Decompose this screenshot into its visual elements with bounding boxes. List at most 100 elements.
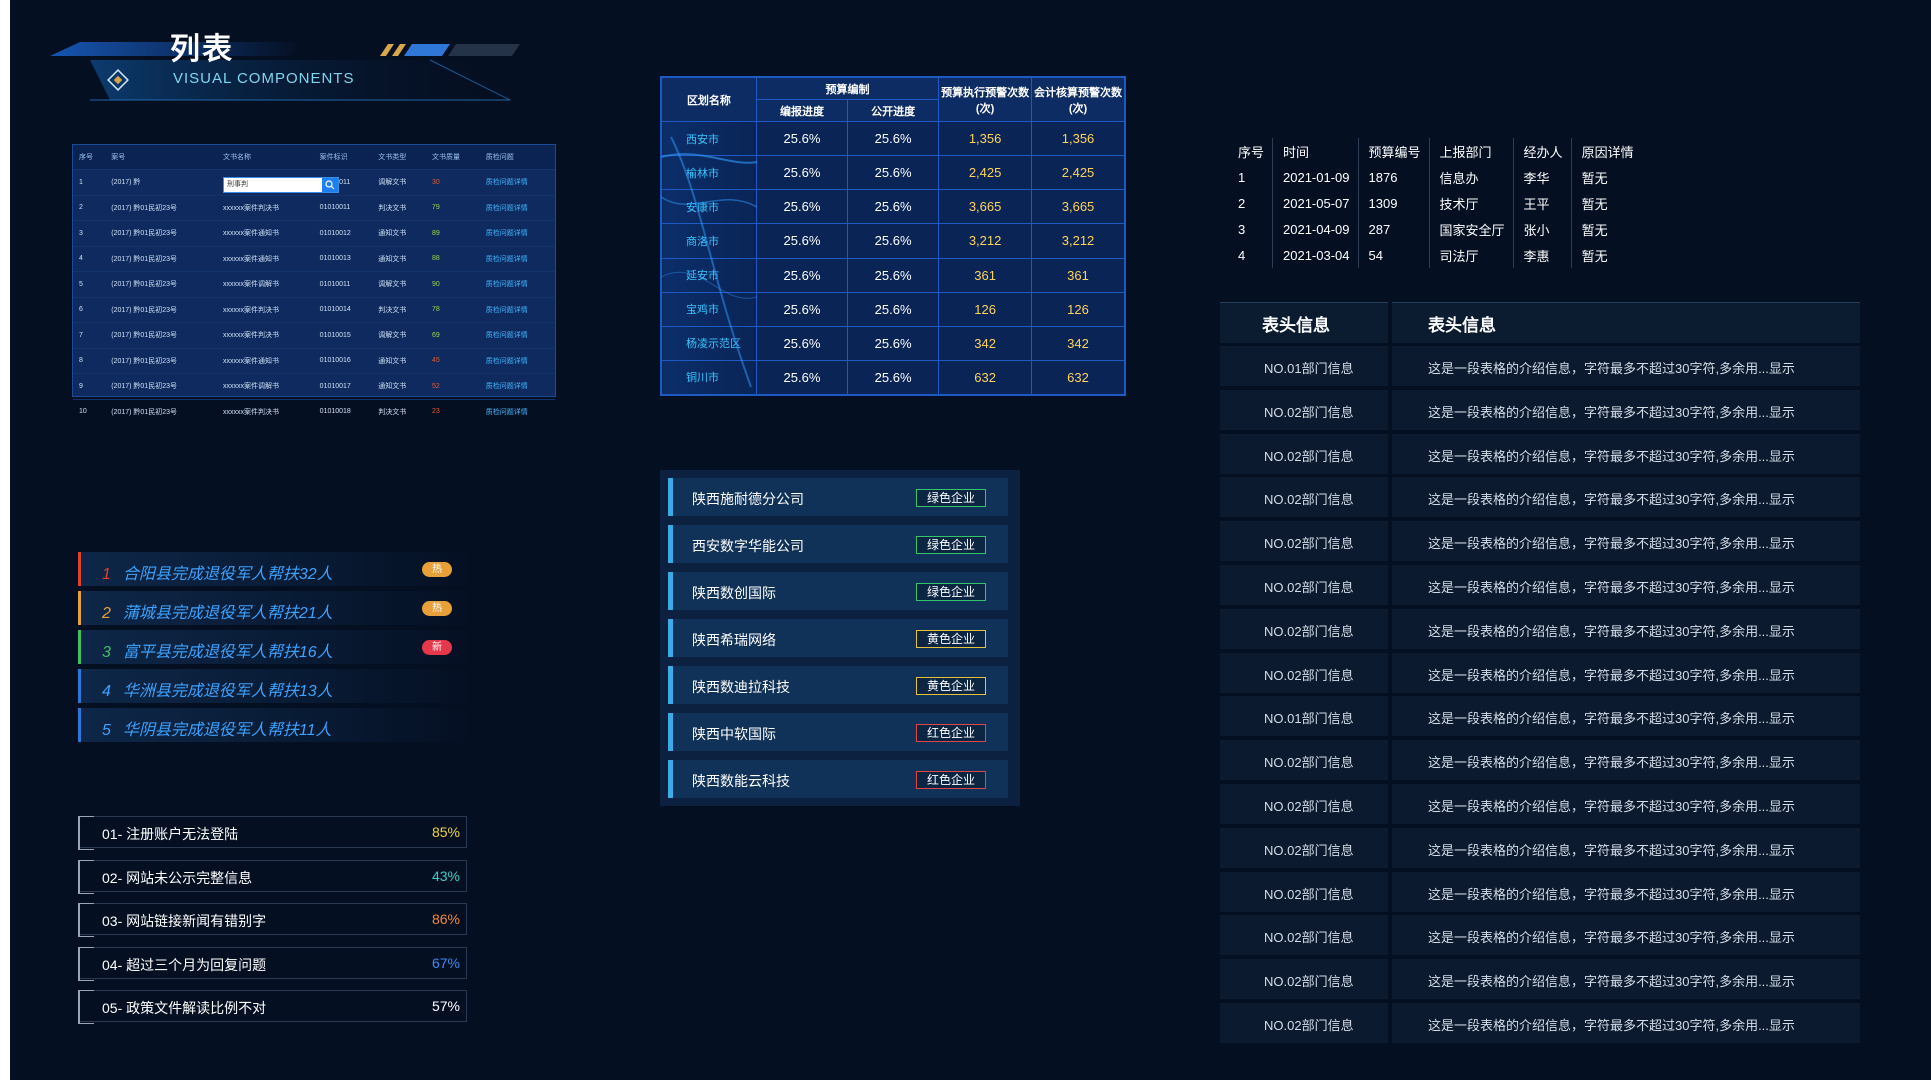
doc-cell-no: 2: [73, 194, 106, 221]
list-item[interactable]: 04- 超过三个月为回复问题 67%: [78, 946, 467, 981]
list-item[interactable]: 陕西数迪拉科技 黄色企业: [668, 666, 1008, 704]
info-cell-desc: 这是一段表格的介绍信息，字符最多不超过30字符,多余用...显示: [1392, 389, 1860, 430]
doc-col-header[interactable]: 质检问题: [479, 145, 555, 170]
list-item[interactable]: 5 华阴县完成退役军人帮扶11人: [78, 708, 474, 742]
budget-cell-p1: 25.6%: [755, 291, 849, 327]
list-item[interactable]: 4 华洲县完成退役军人帮扶13人: [78, 669, 474, 703]
search-icon[interactable]: [322, 178, 338, 192]
budget-cell-a: 361: [1031, 257, 1125, 293]
doc-cell-type: 判决文书: [372, 296, 426, 323]
desc-text: 这是一段表格的介绍信息，字符最多不超过30字符,多余用...显示: [1428, 580, 1795, 595]
table-row: 铜川市 25.6% 25.6% 632 632: [661, 359, 1125, 396]
desc-text: 这是一段表格的介绍信息，字符最多不超过30字符,多余用...显示: [1428, 536, 1795, 552]
table-row: 宝鸡市 25.6% 25.6% 126 126: [661, 291, 1125, 327]
info-header-2: 表头信息: [1428, 316, 1496, 335]
budget-cell-p1: 25.6%: [755, 325, 849, 361]
budget-cell-a: 2,425: [1031, 155, 1125, 191]
table-row: 西安市 25.6% 25.6% 1,356 1,356: [661, 120, 1125, 157]
doc-cell-name: xxxxxx案件调解书: [216, 271, 314, 297]
info-cell-dept: NO.02部门信息: [1220, 740, 1388, 781]
table-row: 5 (2017) 黔01民初23号 xxxxxx案件调解书 01010011 调解文书 9…: [73, 271, 555, 297]
info-cell-desc: 这是一段表格的介绍信息，字符最多不超过30字符,多余用...显示: [1392, 608, 1860, 649]
doc-cell-type: 判决文书: [372, 194, 426, 221]
budget-cell-e: 361: [938, 257, 1033, 293]
doc-col-header[interactable]: 文书名称: [216, 145, 314, 170]
dept-label: NO.02部门信息: [1264, 755, 1354, 771]
doc-col-header[interactable]: 案号: [105, 145, 217, 170]
doc-cell-name: xxxxxx案件判决书: [216, 322, 314, 348]
issue-detail-link[interactable]: 质检问题详情: [479, 220, 555, 246]
info-header-1: 表头信息: [1262, 316, 1330, 335]
issue-detail-link[interactable]: 质检问题详情: [479, 194, 555, 221]
info-table: 表头信息 表头信息 NO.01部门信息这是一段表格的介绍信息，字符最多不超过30…: [1220, 302, 1860, 1044]
table-row: NO.02部门信息 这是一段表格的介绍信息，字符最多不超过30字符,多余用...显…: [1220, 827, 1860, 868]
page-subtitle: VISUAL COMPONENTS: [173, 70, 355, 87]
issue-detail-link[interactable]: 质检问题详情: [479, 322, 555, 348]
list-item[interactable]: 陕西希瑞网络 黄色企业: [668, 619, 1008, 657]
doc-cell-no: 8: [73, 347, 106, 374]
list-item[interactable]: 05- 政策文件解读比例不对 57%: [78, 990, 467, 1024]
issue-label: 02- 网站未公示完整信息: [102, 869, 253, 886]
list-item[interactable]: 西安数字华能公司 绿色企业: [668, 525, 1008, 563]
budget-header-region: 区划名称: [661, 77, 757, 122]
list-item[interactable]: 陕西数创国际 绿色企业: [668, 572, 1008, 610]
document-search-box[interactable]: [223, 177, 339, 193]
bracket-decoration: [78, 859, 94, 894]
list-item[interactable]: 02- 网站未公示完整信息 43%: [78, 859, 467, 894]
info-cell-desc: 这是一段表格的介绍信息，字符最多不超过30字符,多余用...显示: [1392, 346, 1860, 386]
issue-label: 05- 政策文件解读比例不对: [102, 1000, 267, 1016]
rank-color-bar: [78, 708, 81, 742]
table-row: NO.02部门信息 这是一段表格的介绍信息，字符最多不超过30字符,多余用...显…: [1220, 740, 1860, 781]
report-table-header: 序号 时间 预算编号 上报部门 经办人 原因详情: [1228, 138, 1642, 164]
budget-cell-p2: 25.6%: [847, 325, 940, 361]
info-cell-dept: NO.02部门信息: [1220, 827, 1388, 868]
doc-col-header[interactable]: 文书类型: [372, 145, 426, 170]
desc-text: 这是一段表格的介绍信息，字符最多不超过30字符,多余用...显示: [1428, 361, 1795, 376]
rank-tag-badge: 热: [422, 601, 452, 616]
budget-header-progress: 编报进度: [755, 99, 849, 122]
table-row: NO.02部门信息 这是一段表格的介绍信息，字符最多不超过30字符,多余用...显…: [1220, 389, 1860, 430]
list-item[interactable]: 01- 注册账户无法登陆 85%: [78, 816, 467, 850]
dept-label: NO.01部门信息: [1264, 361, 1354, 376]
desc-text: 这是一段表格的介绍信息，字符最多不超过30字符,多余用...显示: [1428, 886, 1795, 902]
info-cell-dept: NO.02部门信息: [1220, 959, 1388, 1000]
report-cell: 2021-01-09: [1272, 164, 1359, 190]
bracket-decoration: [78, 903, 94, 937]
desc-text: 这是一段表格的介绍信息，字符最多不超过30字符,多余用...显示: [1428, 492, 1795, 508]
info-cell-desc: 这是一段表格的介绍信息，字符最多不超过30字符,多余用...显示: [1392, 652, 1860, 693]
info-cell-dept: NO.02部门信息: [1220, 521, 1388, 562]
list-item[interactable]: 1 合阳县完成退役军人帮扶32人 热: [78, 552, 474, 586]
doc-col-header[interactable]: 序号: [73, 145, 106, 170]
report-cell: 2: [1238, 195, 1246, 211]
issue-detail-link[interactable]: 质检问题详情: [479, 169, 555, 195]
bracket-decoration: [78, 990, 94, 1024]
issue-detail-link[interactable]: 质检问题详情: [479, 245, 555, 272]
issue-detail-link[interactable]: 质检问题详情: [479, 271, 555, 297]
list-item[interactable]: 3 富平县完成退役军人帮扶16人 新: [78, 630, 474, 664]
budget-cell-city: 宝鸡市: [661, 291, 757, 327]
table-row: NO.02部门信息 这是一段表格的介绍信息，字符最多不超过30字符,多余用...显…: [1220, 652, 1860, 693]
issue-detail-link[interactable]: 质检问题详情: [479, 398, 555, 424]
list-item[interactable]: 陕西施耐德分公司 绿色企业: [668, 478, 1008, 516]
issue-detail-link[interactable]: 质检问题详情: [479, 347, 555, 374]
rank-label: 合阳县完成退役军人帮扶32人: [122, 566, 333, 583]
doc-col-header[interactable]: 案件标识: [313, 145, 373, 170]
list-item[interactable]: 03- 网站链接新闻有错别字 86%: [78, 903, 467, 937]
list-item[interactable]: 陕西数能云科技 红色企业: [668, 760, 1008, 798]
list-item[interactable]: 2 蒲城县完成退役军人帮扶21人 热: [78, 591, 474, 625]
doc-cell-no: 1: [73, 169, 106, 195]
doc-col-header[interactable]: 文书质量: [425, 145, 480, 170]
doc-cell-id: 01010013: [313, 245, 373, 272]
doc-cell-no: 7: [73, 322, 106, 348]
doc-cell-q: 89: [425, 220, 480, 246]
issue-detail-link[interactable]: 质检问题详情: [479, 296, 555, 323]
doc-cell-type: 通知文书: [372, 347, 426, 374]
report-cell: 司法厅: [1428, 242, 1514, 268]
doc-cell-type: 调解文书: [372, 271, 426, 297]
document-search-input[interactable]: [224, 178, 320, 190]
doc-cell-q: 90: [425, 271, 480, 297]
doc-cell-no: 5: [73, 271, 106, 297]
issue-detail-link[interactable]: 质检问题详情: [479, 373, 555, 399]
rank-label: 华阴县完成退役军人帮扶11人: [122, 722, 332, 739]
list-item[interactable]: 陕西中软国际 红色企业: [668, 713, 1008, 751]
